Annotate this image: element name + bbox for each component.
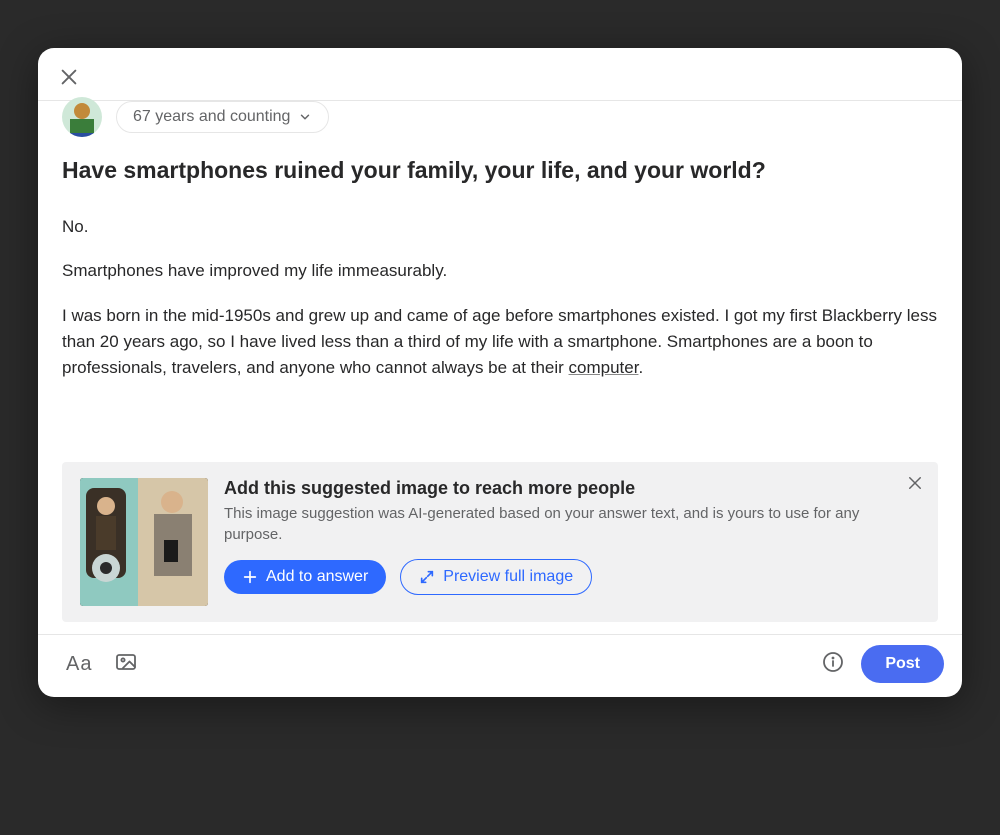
add-to-answer-label: Add to answer: [266, 568, 368, 586]
expand-icon: [419, 569, 435, 585]
question-title: Have smartphones ruined your family, you…: [38, 137, 962, 194]
compose-answer-modal: 67 years and counting Have smartphones r…: [38, 48, 962, 697]
image-icon: [114, 650, 138, 674]
info-button[interactable]: [821, 650, 845, 679]
preview-label: Preview full image: [443, 568, 573, 586]
text-format-icon: Aa: [66, 653, 92, 675]
credential-selector[interactable]: 67 years and counting: [116, 101, 329, 133]
editor-footer: Aa Post: [38, 634, 962, 697]
info-icon: [821, 650, 845, 674]
dismiss-suggestion-button[interactable]: [906, 474, 924, 497]
preview-full-image-button[interactable]: Preview full image: [400, 559, 592, 595]
close-button[interactable]: [58, 66, 82, 90]
text-format-button[interactable]: Aa: [66, 653, 92, 676]
modal-header: [38, 48, 962, 101]
author-row: 67 years and counting: [38, 107, 962, 137]
avatar-image: [62, 97, 102, 137]
suggested-image-thumbnail[interactable]: [80, 478, 208, 606]
footer-right-actions: Post: [821, 645, 944, 683]
avatar[interactable]: [62, 97, 102, 137]
plus-icon: [242, 569, 258, 585]
suggestion-title: Add this suggested image to reach more p…: [224, 478, 920, 499]
suggestion-description: This image suggestion was AI-generated b…: [224, 503, 864, 545]
credential-text: 67 years and counting: [133, 108, 290, 126]
footer-left-tools: Aa: [66, 650, 138, 679]
answer-paragraph: No.: [62, 214, 938, 240]
answer-paragraph: Smartphones have improved my life immeas…: [62, 258, 938, 284]
answer-paragraph: I was born in the mid-1950s and grew up …: [62, 303, 938, 382]
insert-image-button[interactable]: [114, 650, 138, 679]
answer-editor[interactable]: No. Smartphones have improved my life im…: [38, 194, 962, 454]
add-to-answer-button[interactable]: Add to answer: [224, 560, 386, 594]
close-icon: [58, 66, 80, 88]
close-icon: [906, 474, 924, 492]
post-button[interactable]: Post: [861, 645, 944, 683]
image-suggestion-card: Add this suggested image to reach more p…: [62, 462, 938, 622]
post-label: Post: [885, 655, 920, 672]
modal-backdrop: 67 years and counting Have smartphones r…: [0, 0, 1000, 835]
chevron-down-icon: [298, 110, 312, 124]
link-computer[interactable]: computer: [569, 358, 639, 377]
suggestion-actions: Add to answer Preview full image: [224, 559, 920, 595]
suggestion-content: Add this suggested image to reach more p…: [224, 478, 920, 606]
